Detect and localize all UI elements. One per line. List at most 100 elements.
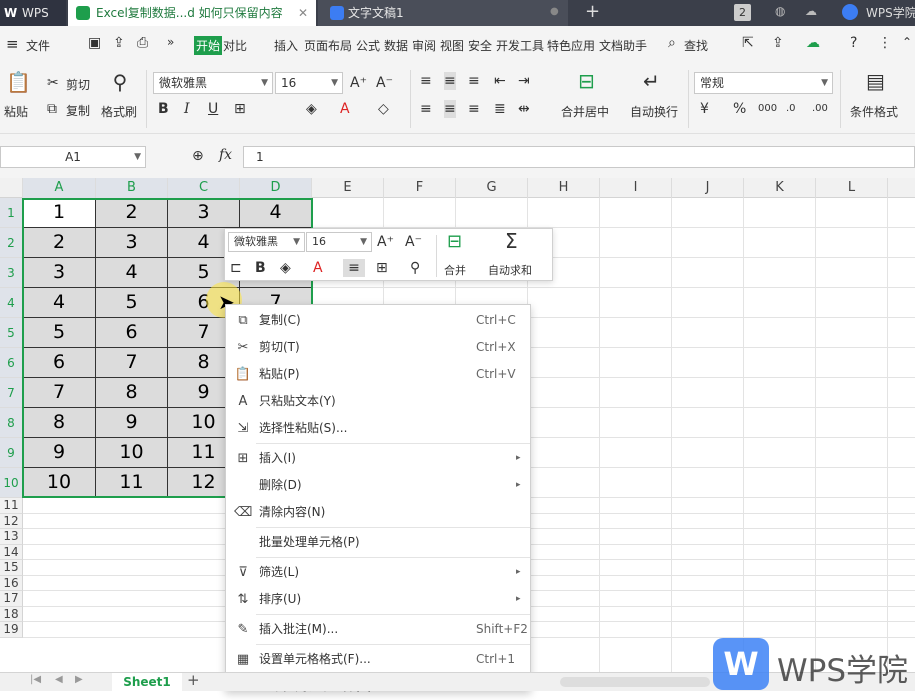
account-name[interactable]: WPS学院 <box>866 4 915 21</box>
sync-icon[interactable]: ☁ <box>806 35 820 51</box>
font-size-select[interactable]: 16 ▼ <box>275 72 343 94</box>
sheet-tab-sheet1[interactable]: Sheet1 <box>112 673 182 691</box>
share-icon[interactable]: ⇱ <box>742 35 754 51</box>
cell-A6[interactable]: 6 <box>23 348 96 378</box>
row-header-6[interactable]: 6 <box>0 348 23 378</box>
column-header-G[interactable]: G <box>456 178 528 198</box>
merge-center-icon[interactable]: ⊟ <box>578 71 595 91</box>
row-header-4[interactable]: 4 <box>0 288 23 318</box>
avatar[interactable] <box>842 4 858 20</box>
menu-compare[interactable]: 对比 <box>223 37 247 54</box>
paste-button[interactable]: 粘贴 <box>4 103 28 120</box>
menu-insert[interactable]: 插入 <box>274 37 298 54</box>
row-header-1[interactable]: 1 <box>0 198 23 228</box>
prev-sheet-icon[interactable]: ◀ <box>55 674 63 685</box>
row-header-10[interactable]: 10 <box>0 468 23 498</box>
help-icon[interactable]: ? <box>850 35 857 51</box>
autosum-button[interactable]: 自动求和 <box>488 262 532 278</box>
row-header-11[interactable]: 11 <box>0 498 23 514</box>
decrease-decimal-icon[interactable]: .00 <box>812 100 828 118</box>
cloud-icon[interactable]: ☁ <box>805 4 817 18</box>
context-menu-item-7[interactable]: ⌫ 清除内容(N) <box>226 499 530 526</box>
row-header-5[interactable]: 5 <box>0 318 23 348</box>
menu-features[interactable]: 特色应用 <box>547 37 595 54</box>
number-format-select[interactable]: 常规 ▼ <box>694 72 833 94</box>
close-icon[interactable]: ✕ <box>298 0 308 26</box>
column-header-J[interactable]: J <box>672 178 744 198</box>
menu-doc-assistant[interactable]: 文档助手 <box>599 37 647 54</box>
column-header-L[interactable]: L <box>816 178 888 198</box>
font-color-icon[interactable]: A <box>340 100 350 118</box>
menu-data[interactable]: 数据 <box>384 37 408 54</box>
name-box[interactable]: A1 ▼ <box>0 146 146 168</box>
row-header-17[interactable]: 17 <box>0 591 23 607</box>
context-menu-item-0[interactable]: ⧉ 复制(C) Ctrl+C <box>226 307 530 334</box>
function-icon[interactable]: fx <box>219 147 232 163</box>
currency-icon[interactable]: ¥ <box>700 100 709 118</box>
italic-icon[interactable]: I <box>184 100 190 118</box>
column-header-F[interactable]: F <box>384 178 456 198</box>
print-icon[interactable]: ⎙ <box>137 35 148 51</box>
column-header-E[interactable]: E <box>312 178 384 198</box>
search-icon[interactable]: ⌕ <box>668 35 676 51</box>
menu-page-layout[interactable]: 页面布局 <box>304 37 352 54</box>
bold-icon[interactable]: B <box>255 259 266 277</box>
menu-start[interactable]: 开始 <box>194 36 223 55</box>
font-name-select[interactable]: 微软雅黑 ▼ <box>153 72 273 94</box>
menu-security[interactable]: 安全 <box>468 37 492 54</box>
row-header-18[interactable]: 18 <box>0 606 23 622</box>
copy-button[interactable]: 复制 <box>66 102 90 119</box>
context-menu-item-2[interactable]: 📋 粘贴(P) Ctrl+V <box>226 361 530 388</box>
column-header-A[interactable]: A <box>23 178 96 198</box>
fill-color-icon[interactable]: ◈ <box>280 259 291 277</box>
align-bottom-icon[interactable]: ≡ <box>468 72 480 90</box>
menu-review[interactable]: 审阅 <box>412 37 436 54</box>
align-top-icon[interactable]: ≡ <box>420 72 432 90</box>
cell-C1[interactable]: 3 <box>168 198 240 228</box>
row-col-icon[interactable]: ⊏ <box>230 259 242 277</box>
menu-developer[interactable]: 开发工具 <box>496 37 544 54</box>
outdent-icon[interactable]: ⇤ <box>494 72 506 90</box>
align-center-icon[interactable]: ≡ <box>444 100 456 118</box>
merge-center-button[interactable]: 合并居中 <box>561 103 609 120</box>
row-header-12[interactable]: 12 <box>0 513 23 529</box>
context-menu-item-1[interactable]: ✂ 剪切(T) Ctrl+X <box>226 334 530 361</box>
cut-button[interactable]: 剪切 <box>66 76 90 93</box>
merge-button[interactable]: 合并 <box>444 262 466 278</box>
sigma-icon[interactable]: Σ <box>505 231 518 251</box>
mini-font-name-select[interactable]: 微软雅黑 ▼ <box>228 232 305 252</box>
mini-font-size-select[interactable]: 16 ▼ <box>306 232 372 252</box>
cell-B4[interactable]: 5 <box>96 288 168 318</box>
window-count-badge[interactable]: 2 <box>734 4 751 21</box>
cell-B9[interactable]: 10 <box>96 438 168 468</box>
horizontal-scrollbar[interactable] <box>560 677 710 687</box>
font-color-icon[interactable]: A <box>313 259 323 277</box>
increase-font-icon[interactable]: A⁺ <box>377 233 394 251</box>
indent-icon[interactable]: ⇥ <box>518 72 530 90</box>
context-menu-item-8[interactable]: 批量处理单元格(P) <box>226 529 530 556</box>
context-menu-item-9[interactable]: ⊽ 筛选(L) ▸ <box>226 559 530 586</box>
zoom-icon[interactable]: ⊕ <box>192 148 204 164</box>
conditional-format-button[interactable]: 条件格式 <box>850 103 898 120</box>
context-menu-item-3[interactable]: A 只粘贴文本(Y) <box>226 388 530 415</box>
cell-A10[interactable]: 10 <box>23 468 96 498</box>
increase-decimal-icon[interactable]: .0 <box>786 100 796 118</box>
merge-icon[interactable]: ⊟ <box>447 233 462 251</box>
wrap-text-button[interactable]: 自动换行 <box>630 103 678 120</box>
menu-file[interactable]: 文件 <box>26 37 50 54</box>
skin-icon[interactable]: ◍ <box>775 4 785 18</box>
save-icon[interactable]: ▣ <box>88 35 101 51</box>
border-icon[interactable]: ⊞ <box>234 100 246 118</box>
format-painter-button[interactable]: 格式刷 <box>101 103 137 120</box>
first-sheet-icon[interactable]: |◀ <box>30 674 41 685</box>
context-menu-item-12[interactable]: ▦ 设置单元格格式(F)... Ctrl+1 <box>226 646 530 673</box>
tab-text-document[interactable]: 文字文稿1 ● <box>318 0 568 26</box>
cell-B6[interactable]: 7 <box>96 348 168 378</box>
menu-search[interactable]: 查找 <box>684 37 708 54</box>
cell-A2[interactable]: 2 <box>23 228 96 258</box>
row-header-7[interactable]: 7 <box>0 378 23 408</box>
context-menu-item-6[interactable]: 删除(D) ▸ <box>226 472 530 499</box>
more-options-icon[interactable]: ⋮ <box>878 35 892 51</box>
context-menu-item-4[interactable]: ⇲ 选择性粘贴(S)... <box>226 415 530 442</box>
fill-color-icon[interactable]: ◈ <box>306 100 317 118</box>
